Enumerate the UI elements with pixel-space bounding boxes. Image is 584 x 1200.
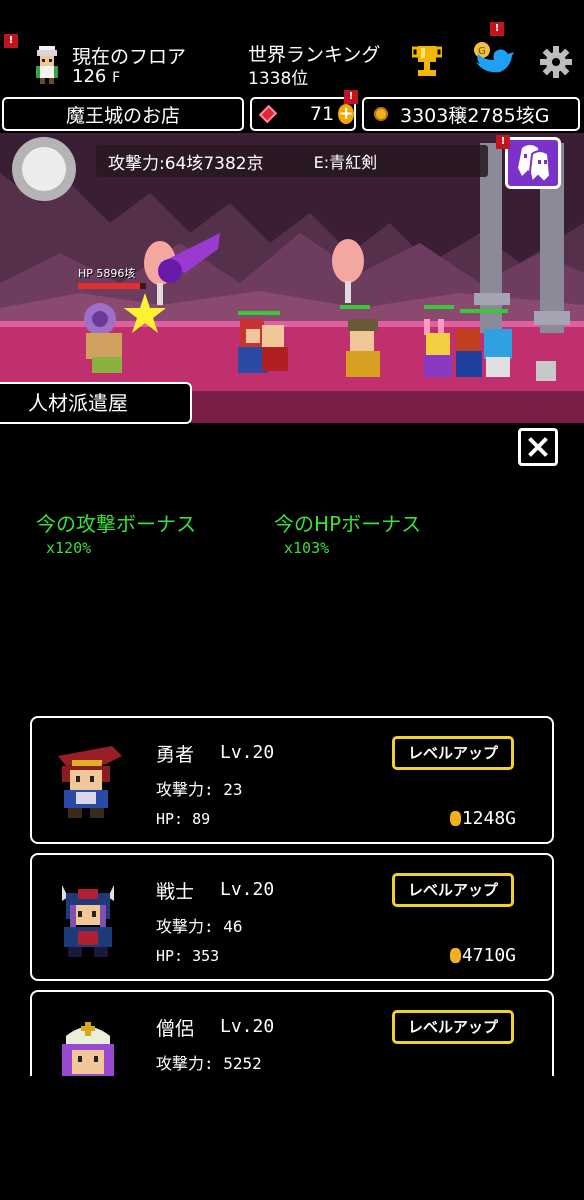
coin-icon <box>449 811 461 826</box>
member-name: 戦士 <box>156 881 195 903</box>
member-name: 僧侶 <box>156 1018 195 1040</box>
ghost-button[interactable] <box>505 137 561 189</box>
member-attack: 攻撃力: 46 <box>156 917 243 936</box>
levelup-button[interactable]: レベルアップ <box>392 873 514 907</box>
cost-value: 1248G <box>461 808 516 829</box>
attack-bonus-label: 今の攻撃ボーナス <box>36 512 196 536</box>
alert-badge: ! <box>344 90 358 104</box>
alert-badge: ! <box>496 135 510 149</box>
member-level: Lv.20 <box>220 742 275 763</box>
floor-value: 126 F <box>72 66 120 87</box>
member-hp: HP: 353 <box>156 947 220 965</box>
gem-icon <box>258 104 278 124</box>
ghost-icon <box>518 145 552 185</box>
top-status-bar: ! 現在のフロア 126 F 世界ランキング 1338位 ! G 魔王城のお店 … <box>0 0 584 131</box>
member-name: 勇者 <box>156 744 195 766</box>
alert-badge: ! <box>490 22 504 36</box>
buy-gems-button[interactable]: + <box>338 104 354 124</box>
member-card: 勇者 Lv.20 攻撃力: 23 HP: 89 レベルアップ 1248G <box>30 716 554 844</box>
floor-unit: F <box>112 70 121 86</box>
trophy-icon[interactable] <box>412 44 442 80</box>
gem-count: 71 <box>309 103 335 125</box>
shop-button[interactable]: 魔王城のお店 <box>2 97 244 131</box>
levelup-button[interactable]: レベルアップ <box>392 736 514 770</box>
enemy-hp-label: HP 5896垓 <box>78 267 136 280</box>
member-hp: HP: 89 <box>156 810 211 828</box>
member-level: Lv.20 <box>220 879 275 900</box>
hp-bonus: 今のHPボーナス x103% <box>274 508 421 557</box>
close-icon[interactable] <box>518 428 558 466</box>
warrior-sprite <box>62 885 114 957</box>
levelup-button[interactable]: レベルアップ <box>392 1010 514 1044</box>
attack-info-panel: 攻撃力:64垓7382京 E:青紅剣 <box>96 145 488 177</box>
attack-bonus-value: x120% <box>46 539 92 557</box>
hp-bonus-label: 今のHPボーナス <box>274 512 422 536</box>
priest-sprite <box>62 1022 114 1076</box>
levelup-cost: 1248G <box>449 808 516 829</box>
coin-icon <box>449 948 461 963</box>
panel-title: 人材派遣屋 <box>0 382 192 424</box>
gold-amount: 3303穣2785垓G <box>400 104 550 127</box>
hero-sprite <box>58 746 122 818</box>
gold-counter: 3303穣2785垓G <box>362 97 580 131</box>
ranking-label: 世界ランキング <box>248 44 381 66</box>
shop-label: 魔王城のお店 <box>65 104 180 127</box>
member-attack: 攻撃力: 5252 <box>156 1054 262 1073</box>
gear-icon[interactable] <box>540 46 572 78</box>
alert-badge: ! <box>4 34 18 48</box>
member-attack: 攻撃力: 23 <box>156 780 243 799</box>
floor-number: 126 <box>72 66 107 87</box>
hp-bonus-value: x103% <box>284 539 330 557</box>
cost-value: 4710G <box>461 945 516 966</box>
gem-counter: 71 + <box>250 97 356 131</box>
member-list[interactable]: 勇者 Lv.20 攻撃力: 23 HP: 89 レベルアップ 1248G 戦士 … <box>0 700 584 1076</box>
floor-label: 現在のフロア <box>72 46 187 68</box>
equipment-text: E:青紅剣 <box>313 153 378 172</box>
member-card: 僧侶 Lv.20 攻撃力: 5252 レベルアップ <box>30 990 554 1076</box>
attack-bonus: 今の攻撃ボーナス x120% <box>36 508 196 557</box>
ranking-value: 1338位 <box>248 69 309 89</box>
twitter-bird-icon[interactable]: G <box>470 40 514 80</box>
attack-power-text: 攻撃力:64垓7382京 <box>108 153 264 174</box>
coin-icon <box>374 107 388 121</box>
member-level: Lv.20 <box>220 1016 275 1037</box>
levelup-cost: 4710G <box>449 945 516 966</box>
avatar-icon[interactable] <box>30 44 64 84</box>
battle-scene[interactable]: 攻撃力:64垓7382京 E:青紅剣 ! HP 5896垓 <box>0 133 584 423</box>
member-card: 戦士 Lv.20 攻撃力: 46 HP: 353 レベルアップ 4710G <box>30 853 554 981</box>
